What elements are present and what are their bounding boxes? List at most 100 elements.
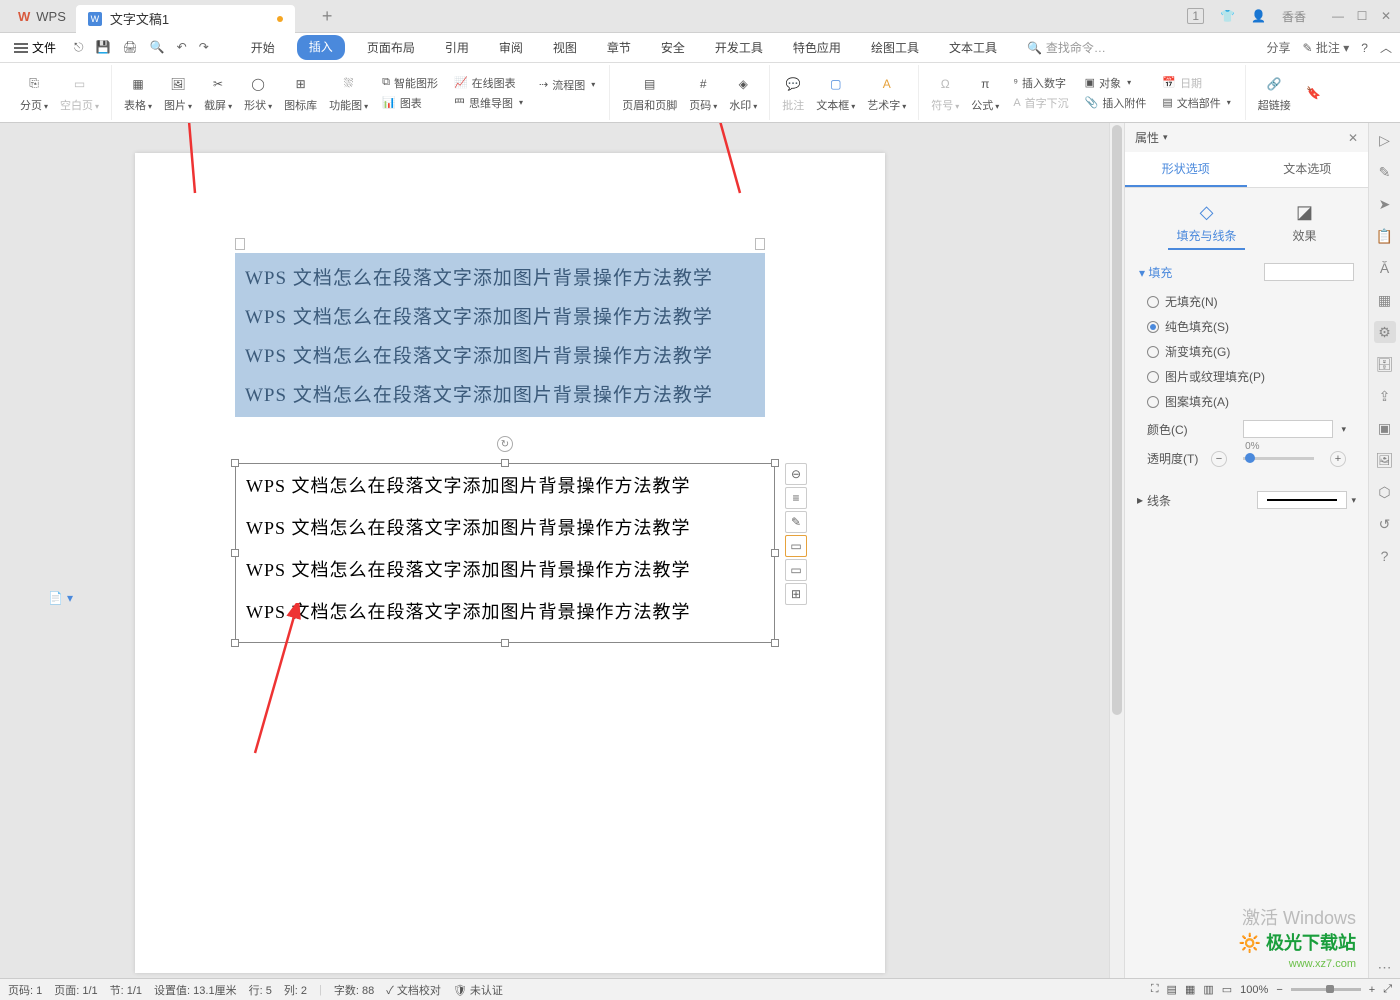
bookmark-button[interactable]: 🔖 <box>1297 80 1331 106</box>
attachment-button[interactable]: 📎插入附件 <box>1081 94 1151 112</box>
new-tab-button[interactable]: + <box>315 4 339 28</box>
status-words[interactable]: 字数: 88 <box>334 982 374 998</box>
ts-help-icon[interactable]: ? <box>1374 545 1396 567</box>
online-chart-button[interactable]: 📈在线图表 <box>450 74 527 92</box>
ts-aa-icon[interactable]: Ᾰ <box>1374 257 1396 279</box>
text-box-shape[interactable]: ↻ WPS 文档怎么在段落文字添加图片背景操作方法教学 WPS 文档怎么在段落文… <box>235 463 775 643</box>
tab-references[interactable]: 引用 <box>437 35 477 60</box>
textbox-line[interactable]: WPS 文档怎么在段落文字添加图片背景操作方法教学 <box>236 464 774 506</box>
redo-icon[interactable]: ↷ <box>197 38 211 57</box>
status-page-no[interactable]: 页码: 1 <box>8 982 42 998</box>
ts-backup-icon[interactable]: 🗄 <box>1374 353 1396 375</box>
open-icon[interactable]: ⎋ <box>72 38 86 57</box>
table-button[interactable]: ▦表格▾ <box>118 71 158 115</box>
zoom-in-button[interactable]: + <box>1369 984 1375 996</box>
textbox-line[interactable]: WPS 文档怎么在段落文字添加图片背景操作方法教学 <box>236 506 774 548</box>
ts-more-icon[interactable]: ⋯ <box>1374 956 1396 978</box>
radio-gradient-fill[interactable]: 渐变填充(G) <box>1139 339 1354 364</box>
status-unauth[interactable]: 🛡 未认证 <box>453 982 503 998</box>
maximize-icon[interactable]: ☐ <box>1356 9 1368 23</box>
vertical-scrollbar[interactable] <box>1109 123 1124 978</box>
search-command[interactable]: 🔍 查找命令… <box>1027 39 1106 56</box>
layout-option-yellow[interactable]: ▭ <box>785 535 807 557</box>
print-icon[interactable]: 🖨 <box>120 38 139 57</box>
tab-shape-options[interactable]: 形状选项 <box>1125 152 1247 187</box>
formula-button[interactable]: π公式▾ <box>965 71 1005 115</box>
zoom-level[interactable]: 100% <box>1240 984 1268 996</box>
doc-parts-button[interactable]: ▤文档部件▾ <box>1158 94 1234 112</box>
document-tab[interactable]: W 文字文稿1 <box>76 5 295 33</box>
header-footer-button[interactable]: ▤页眉和页脚 <box>616 71 683 115</box>
file-menu[interactable]: 文件 <box>8 39 62 56</box>
chevron-down-icon[interactable]: ▾ <box>1341 424 1346 435</box>
status-page[interactable]: 页面: 1/1 <box>54 982 97 998</box>
share-button[interactable]: 分享 <box>1267 39 1291 56</box>
tab-page-layout[interactable]: 页面布局 <box>359 35 423 60</box>
ts-select-icon[interactable]: ➤ <box>1374 193 1396 215</box>
zoom-out-button[interactable]: − <box>1276 984 1282 996</box>
blank-page-button[interactable]: ▭空白页▾ <box>54 71 105 115</box>
page-break-button[interactable]: ⎘分页▾ <box>14 71 54 115</box>
layout-option-expand[interactable]: ⊖ <box>785 463 807 485</box>
resize-handle[interactable] <box>501 639 509 647</box>
chart-button-sm[interactable]: 📊图表 <box>378 94 442 112</box>
tab-view[interactable]: 视图 <box>545 35 585 60</box>
text-line[interactable]: WPS 文档怎么在段落文字添加图片背景操作方法教学 <box>235 296 765 335</box>
close-icon[interactable]: ✕ <box>1380 9 1392 23</box>
user-name[interactable]: 香香 <box>1282 8 1306 25</box>
doc-nav-badge[interactable]: 📄▾ <box>48 591 73 605</box>
scrollbar-thumb[interactable] <box>1112 125 1122 715</box>
tab-dev-tools[interactable]: 开发工具 <box>707 35 771 60</box>
ts-frame-icon[interactable]: ▣ <box>1374 417 1396 439</box>
document-viewport[interactable]: WPS 文档怎么在段落文字添加图片背景操作方法教学 WPS 文档怎么在段落文字添… <box>0 123 1124 978</box>
rotation-handle-icon[interactable]: ↻ <box>497 436 513 452</box>
status-col[interactable]: 列: 2 <box>284 982 307 998</box>
ts-properties-icon[interactable]: ⚙ <box>1374 321 1396 343</box>
tab-drawing-tools[interactable]: 绘图工具 <box>863 35 927 60</box>
chevron-down-icon[interactable]: ▾ <box>1163 132 1168 143</box>
text-line[interactable]: WPS 文档怎么在段落文字添加图片背景操作方法教学 <box>235 374 765 413</box>
layout-option-wrap[interactable]: ≡ <box>785 487 807 509</box>
shapes-button[interactable]: ◯形状▾ <box>238 71 278 115</box>
ts-image-icon[interactable]: 🖼 <box>1374 449 1396 471</box>
line-section-header[interactable]: ▸ 线条 ▾ <box>1125 483 1368 517</box>
textbox-line[interactable]: WPS 文档怎么在段落文字添加图片背景操作方法教学 <box>236 548 774 590</box>
drop-cap-button[interactable]: A首字下沉 <box>1009 94 1072 112</box>
ts-share-icon[interactable]: ⇪ <box>1374 385 1396 407</box>
increase-button[interactable]: + <box>1330 451 1346 467</box>
undo-icon[interactable]: ↶ <box>175 38 189 57</box>
resize-handle[interactable] <box>771 459 779 467</box>
fill-preview-box[interactable] <box>1264 263 1354 281</box>
object-button[interactable]: ▣对象▾ <box>1081 74 1151 92</box>
radio-no-fill[interactable]: 无填充(N) <box>1139 289 1354 314</box>
flowchart-button[interactable]: ⇢流程图▾ <box>535 76 599 94</box>
chevron-down-icon[interactable]: ▾ <box>1351 495 1356 506</box>
color-picker[interactable] <box>1243 420 1333 438</box>
user-avatar-icon[interactable]: 👤 <box>1251 9 1266 23</box>
resize-handle[interactable] <box>771 549 779 557</box>
highlighted-text-block[interactable]: WPS 文档怎么在段落文字添加图片背景操作方法教学 WPS 文档怎么在段落文字添… <box>235 253 765 417</box>
hyperlink-button[interactable]: 🔗超链接 <box>1252 71 1297 115</box>
subtab-effects[interactable]: ◪ 效果 <box>1285 198 1325 250</box>
status-row[interactable]: 行: 5 <box>249 982 272 998</box>
picture-button[interactable]: 🖼图片▾ <box>158 71 198 115</box>
view-fullscreen-icon[interactable]: ⛶ <box>1151 983 1159 996</box>
tab-security[interactable]: 安全 <box>653 35 693 60</box>
resize-handle[interactable] <box>231 639 239 647</box>
layout-option-gray[interactable]: ▭ <box>785 559 807 581</box>
line-style-picker[interactable] <box>1257 491 1347 509</box>
slider-handle[interactable] <box>1245 453 1255 463</box>
status-section[interactable]: 节: 1/1 <box>110 982 142 998</box>
insert-number-button[interactable]: ⁹插入数字 <box>1009 74 1072 92</box>
screenshot-button[interactable]: ✂截屏▾ <box>198 71 238 115</box>
tab-text-tools[interactable]: 文本工具 <box>941 35 1005 60</box>
resize-handle[interactable] <box>231 459 239 467</box>
transparency-slider[interactable]: 0% <box>1243 457 1314 460</box>
status-proof[interactable]: ✓ 文档校对 <box>386 982 441 998</box>
view-web-icon[interactable]: ▦ <box>1185 983 1195 996</box>
zoom-slider[interactable] <box>1291 988 1361 991</box>
status-setval[interactable]: 设置值: 13.1厘米 <box>154 982 237 998</box>
wordart-button[interactable]: A艺术字▾ <box>861 71 912 115</box>
watermark-button[interactable]: ◈水印▾ <box>723 71 763 115</box>
tab-insert[interactable]: 插入 <box>297 35 345 60</box>
